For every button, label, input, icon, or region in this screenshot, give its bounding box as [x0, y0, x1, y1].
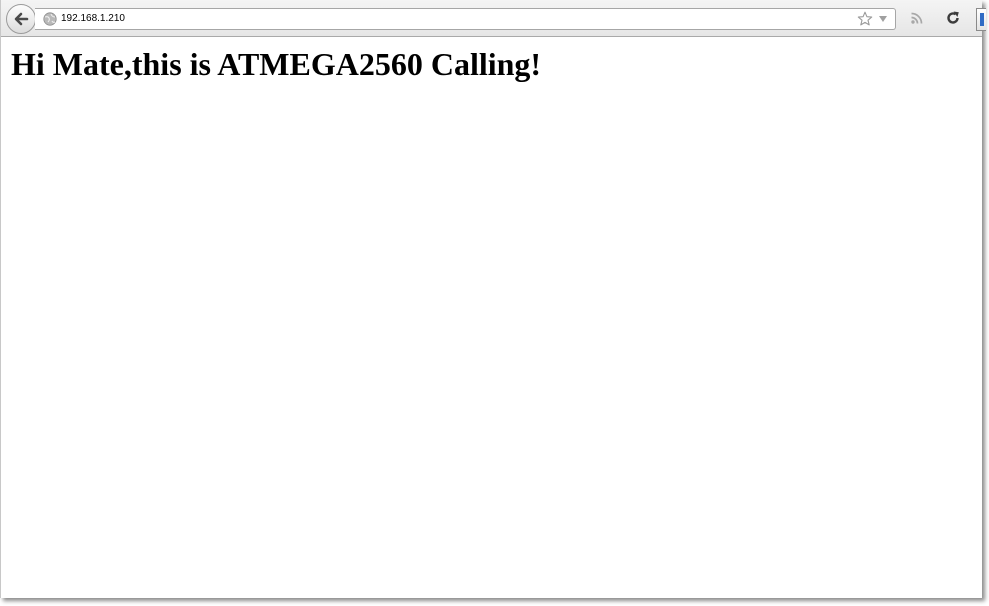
page-heading: Hi Mate,this is ATMEGA2560 Calling! — [11, 46, 542, 82]
address-bar[interactable]: 192.168.1.210 — [35, 8, 896, 30]
globe-icon — [43, 12, 57, 26]
reload-icon[interactable] — [945, 10, 961, 26]
url-text[interactable]: 192.168.1.210 — [61, 13, 125, 25]
star-icon[interactable] — [857, 11, 873, 27]
page-content: Hi Mate,this is ATMEGA2560 Calling! — [11, 44, 971, 84]
back-button[interactable] — [6, 4, 36, 34]
back-arrow-icon — [14, 12, 29, 26]
browser-toolbar: 192.168.1.210 — [1, 0, 986, 37]
browser-window: 192.168.1.210 Hi Mate,this is ATMEGA2560… — [0, 0, 986, 598]
rss-icon[interactable] — [910, 11, 924, 25]
extension-button[interactable] — [976, 8, 986, 31]
dropdown-arrow-icon[interactable] — [878, 15, 888, 23]
